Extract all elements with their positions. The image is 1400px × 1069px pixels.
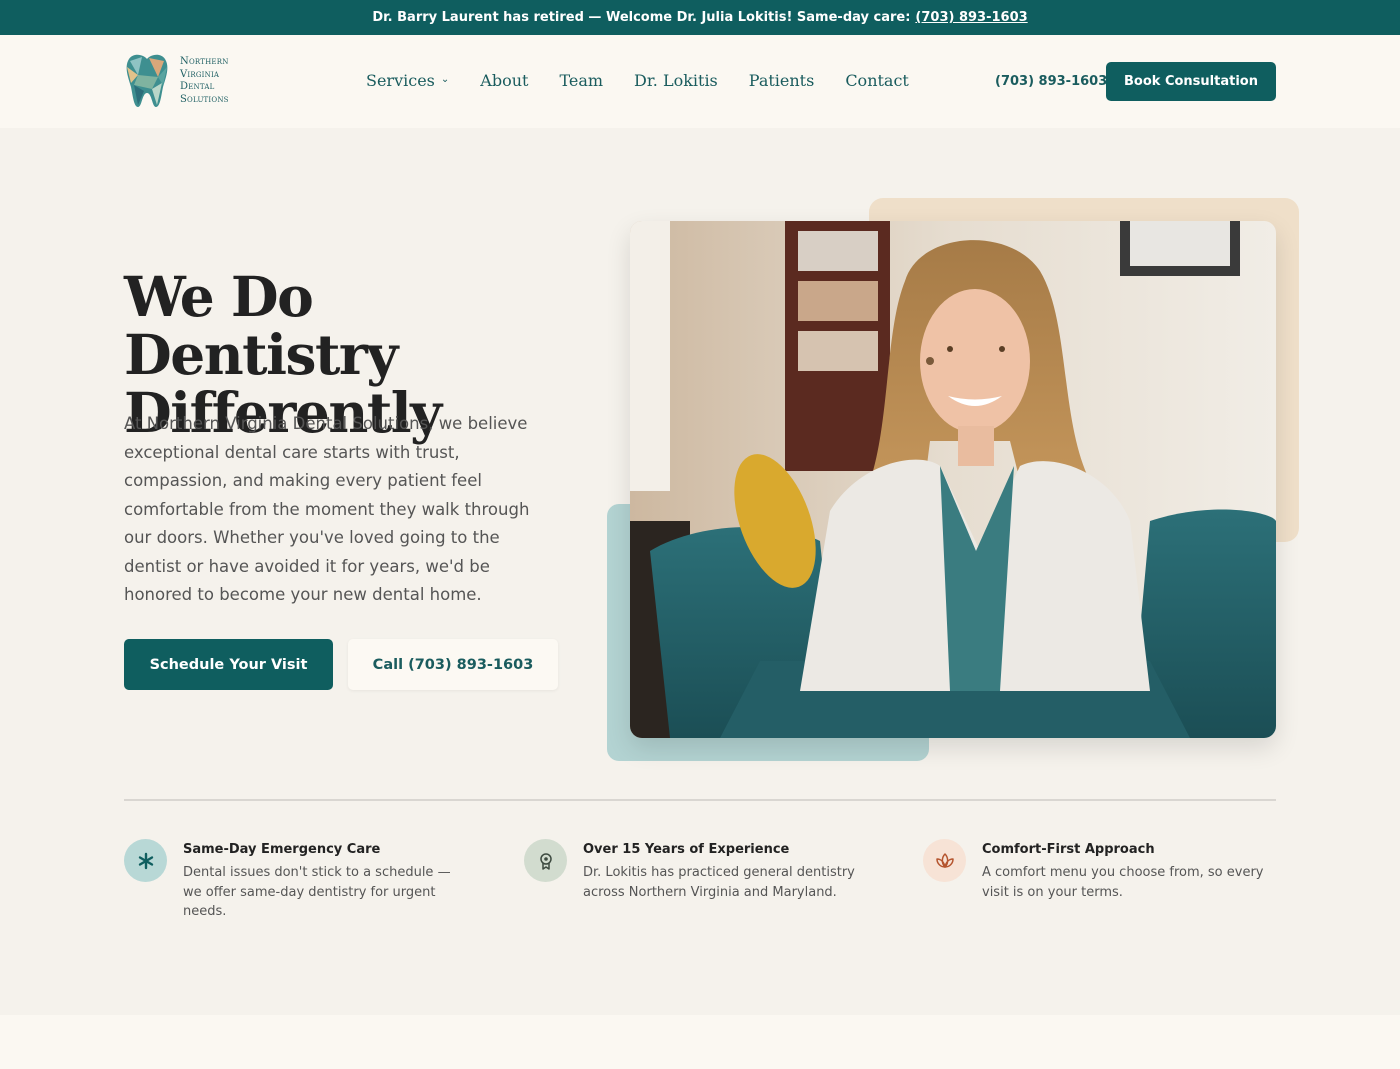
section-divider xyxy=(124,799,1276,801)
announcement-phone-link[interactable]: (703) 893-1603 xyxy=(915,10,1027,25)
nav-item-label: Dr. Lokitis xyxy=(634,71,718,90)
tooth-logo-icon xyxy=(126,54,168,107)
nav-item-label: Contact xyxy=(845,71,909,90)
chevron-down-icon: ⌄ xyxy=(440,74,450,85)
feature-description: Dr. Lokitis has practiced general dentis… xyxy=(583,865,855,900)
nav-item-services[interactable]: Services ⌄ xyxy=(366,71,449,90)
book-consultation-button[interactable]: Book Consultation xyxy=(1106,62,1276,101)
feature-comfort-first: Comfort-First Approach A comfort menu yo… xyxy=(923,839,1276,902)
logo-line-4: Solutions xyxy=(180,93,229,105)
nav-item-patients[interactable]: Patients xyxy=(749,71,815,90)
nav-item-label: Services xyxy=(366,71,435,90)
hero-title-line-1: We Do Dentistry xyxy=(124,264,398,387)
nav-item-label: Team xyxy=(559,71,604,90)
feature-description: A comfort menu you choose from, so every… xyxy=(982,865,1264,900)
announcement-bar: Dr. Barry Laurent has retired — Welcome … xyxy=(0,0,1400,35)
hero-description: At Northern Virginia Dental Solutions, w… xyxy=(124,414,530,604)
nav-item-dr-lokitis[interactable]: Dr. Lokitis xyxy=(634,71,718,90)
schedule-visit-button[interactable]: Schedule Your Visit xyxy=(124,639,333,690)
nav-item-label: About xyxy=(480,71,529,90)
nav-item-team[interactable]: Team xyxy=(559,71,603,90)
logo-wordmark: Northern Virginia Dental Solutions xyxy=(180,56,229,106)
header-phone-link[interactable]: (703) 893-1603 xyxy=(995,74,1107,89)
logo-line-2: Virginia xyxy=(180,68,220,80)
nav-item-contact[interactable]: Contact xyxy=(845,71,909,90)
feature-description: Dental issues don't stick to a schedule … xyxy=(183,865,451,919)
lotus-icon xyxy=(923,839,966,882)
logo-line-1: Northern xyxy=(180,56,229,67)
nav-item-label: Patients xyxy=(748,71,815,90)
feature-title: Comfort-First Approach xyxy=(982,842,1155,857)
next-section-band xyxy=(0,1015,1400,1069)
portrait-illustration xyxy=(630,221,1276,738)
main-nav: Services ⌄ About Team Dr. Lokitis Patien… xyxy=(366,71,909,90)
award-icon xyxy=(524,839,567,882)
logo[interactable]: Northern Virginia Dental Solutions xyxy=(124,53,229,109)
feature-title: Same-Day Emergency Care xyxy=(183,842,381,857)
call-button[interactable]: Call (703) 893-1603 xyxy=(348,639,558,690)
announcement-text: Dr. Barry Laurent has retired — Welcome … xyxy=(372,10,911,25)
feature-same-day-emergency: Same-Day Emergency Care Dental issues do… xyxy=(124,839,469,922)
nav-item-about[interactable]: About xyxy=(480,71,528,90)
dentist-portrait-photo xyxy=(630,221,1276,738)
feature-experience: Over 15 Years of Experience Dr. Lokitis … xyxy=(524,839,869,902)
feature-title: Over 15 Years of Experience xyxy=(583,842,790,857)
asterisk-icon xyxy=(124,839,167,882)
logo-line-3: Dental xyxy=(180,81,215,92)
site-header: Northern Virginia Dental Solutions Servi… xyxy=(0,35,1400,128)
